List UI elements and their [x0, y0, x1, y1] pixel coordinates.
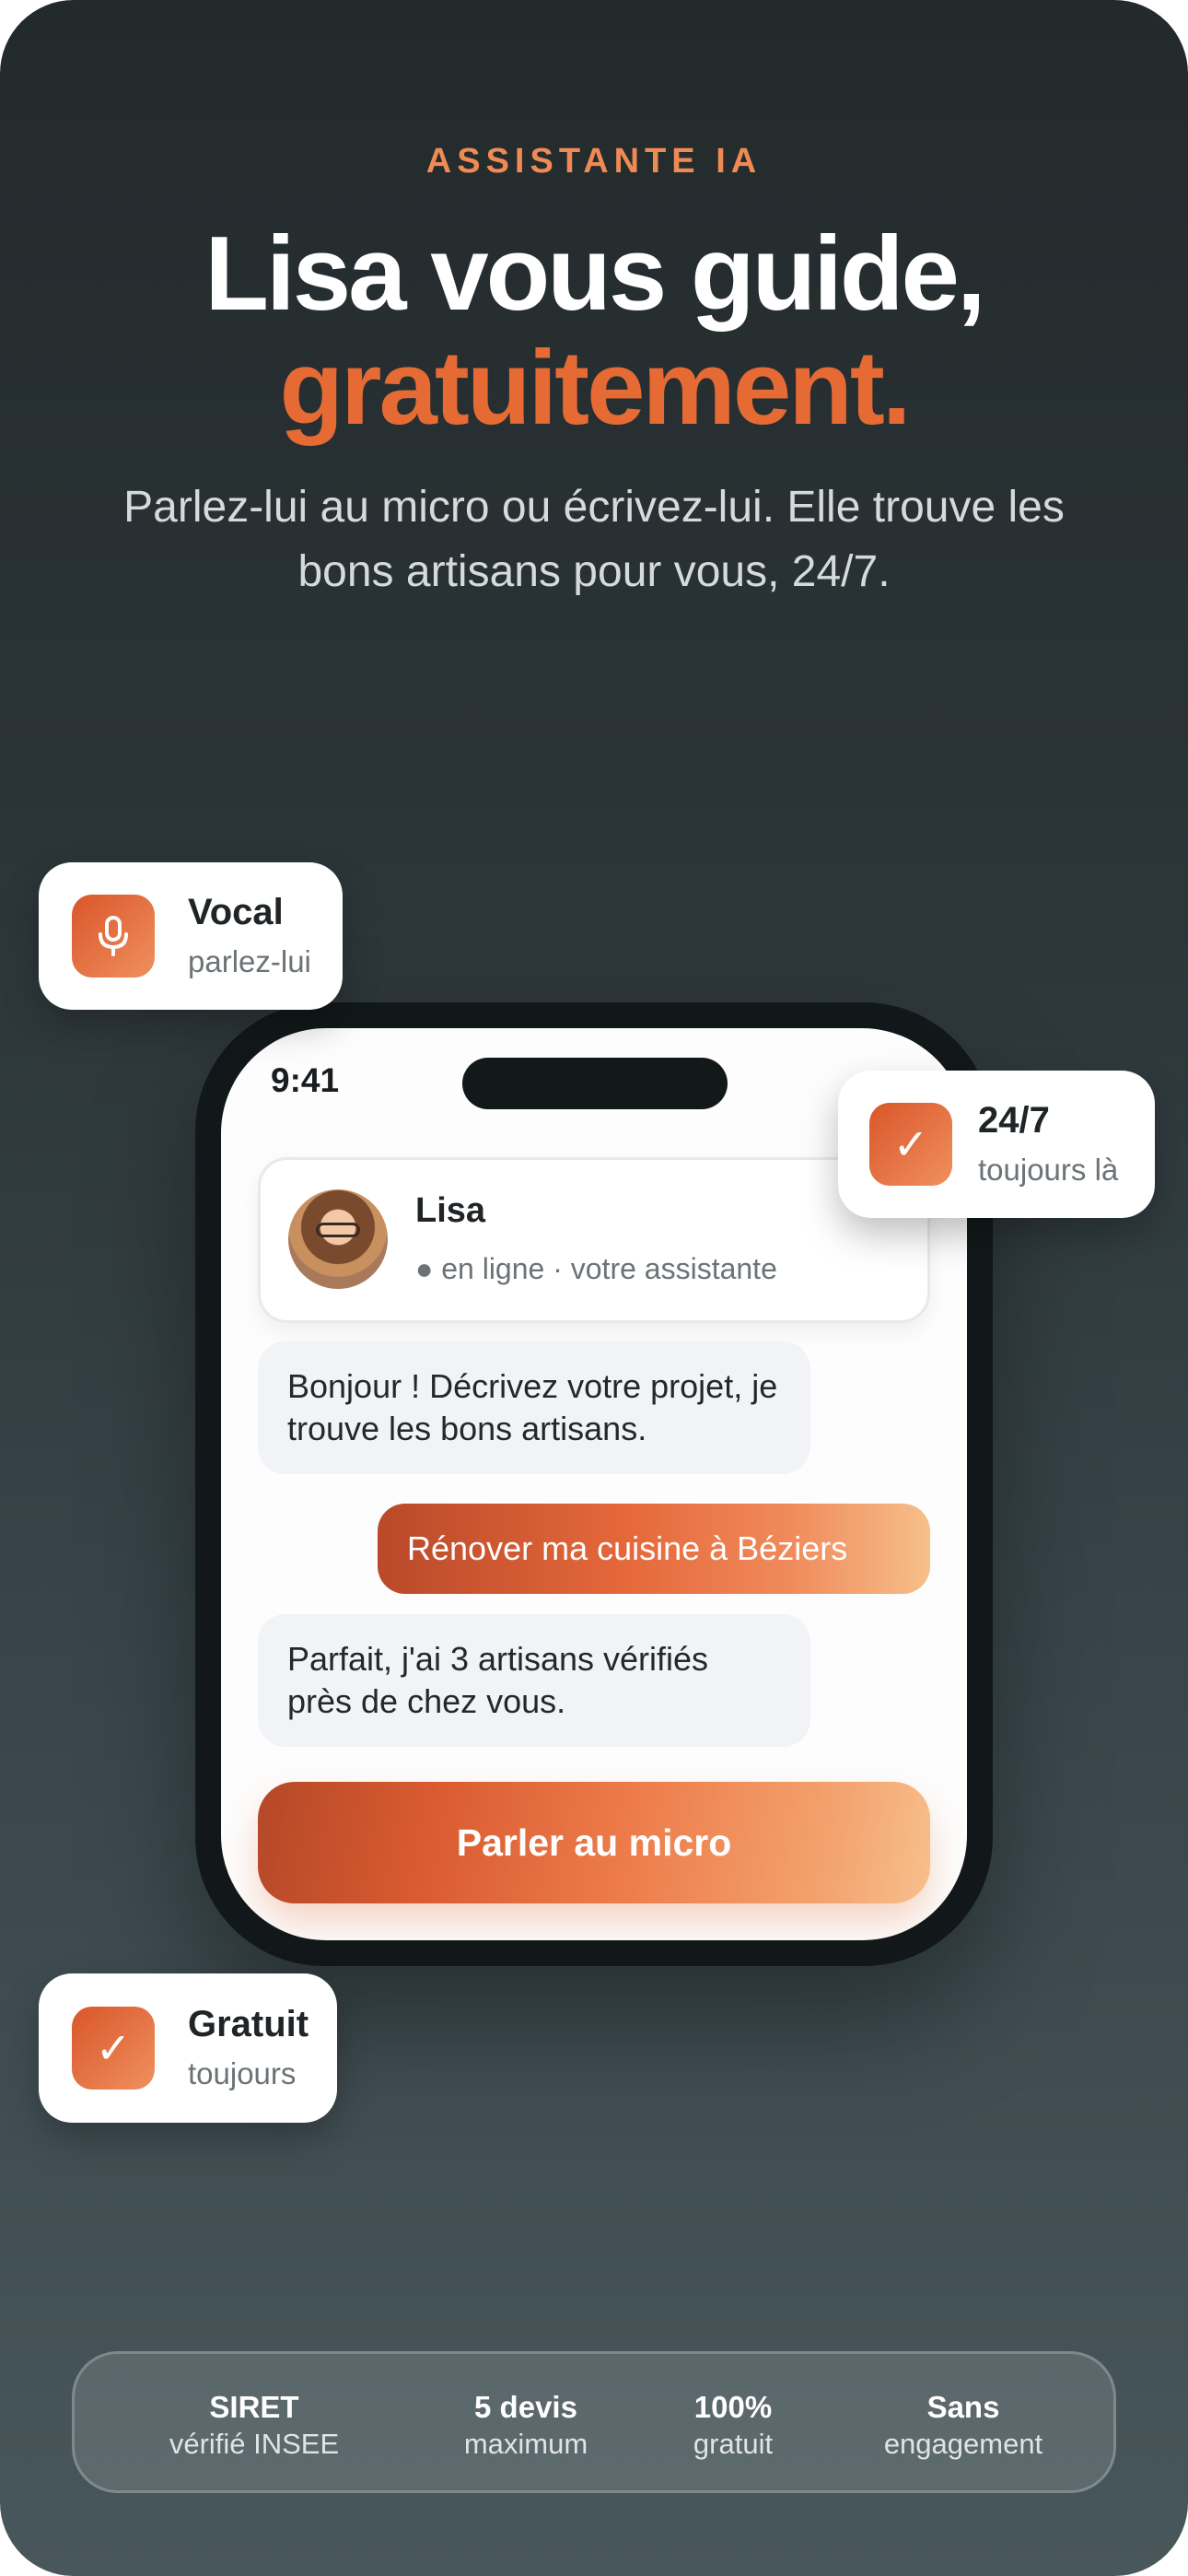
check-icon: ✓ [72, 2007, 155, 2090]
microphone-icon [72, 895, 155, 978]
status-time: 9:41 [271, 1061, 340, 1099]
headline-line-2: gratuitement. [279, 330, 911, 447]
badge-subtitle: toujours là [978, 1153, 1119, 1187]
hero-subtitle: Parlez-lui au micro ou écrivez-lui. Elle… [123, 483, 1065, 596]
badge-24-7: ✓ 24/7 toujours là [838, 1071, 1155, 1218]
badge-text: 24/7 toujours là [978, 1096, 1118, 1192]
assistant-header-card[interactable]: Lisa ● en ligne · votre assistante [258, 1157, 930, 1323]
badge-subtitle: parlez-lui [188, 944, 311, 978]
stat-item: Sans engagement [848, 2389, 1078, 2463]
stat-value: 100% [693, 2390, 773, 2424]
assistant-status: ● en ligne · votre assistante [415, 1252, 777, 1285]
badge-title: Vocal [188, 892, 284, 932]
check-icon: ✓ [869, 1103, 952, 1186]
avatar [288, 1189, 388, 1289]
assistant-name: Lisa [415, 1191, 486, 1230]
eyebrow-label: ASSISTANTE IA [425, 142, 763, 181]
headline-line-1: Lisa vous guide, [204, 216, 985, 333]
chat-message-user: Rénover ma cuisine à Béziers [378, 1504, 930, 1594]
avatar-glasses [316, 1223, 360, 1237]
badge-text: Vocal parlez-lui [188, 888, 311, 984]
stat-label: maximum [463, 2428, 588, 2460]
stat-label: vérifié INSEE [169, 2428, 340, 2460]
talk-to-mic-button[interactable]: Parler au micro [258, 1782, 930, 1903]
stat-value: SIRET [209, 2390, 299, 2424]
badge-title: Gratuit [188, 2004, 309, 2044]
trust-stats-bar: SIRET vérifié INSEE 5 devis maximum 100%… [72, 2351, 1116, 2493]
page-title: Lisa vous guide, gratuitement. [0, 217, 1188, 446]
stat-label: engagement [883, 2428, 1043, 2460]
stat-item: 100% gratuit [646, 2389, 821, 2463]
badge-free: ✓ Gratuit toujours [39, 1973, 337, 2123]
stat-value: Sans [926, 2390, 1000, 2424]
stat-item: 5 devis maximum [425, 2389, 627, 2463]
app-screen: ASSISTANTE IA Lisa vous guide, gratuitem… [0, 0, 1188, 2576]
stat-label: gratuit [693, 2428, 774, 2460]
stat-value: 5 devis [474, 2390, 577, 2424]
stat-item: SIRET vérifié INSEE [139, 2389, 369, 2463]
badge-text: Gratuit toujours [188, 2000, 309, 2096]
badge-vocal: Vocal parlez-lui [39, 862, 343, 1010]
badge-subtitle: toujours [188, 2056, 297, 2090]
dynamic-island [462, 1058, 728, 1109]
chat-message-assistant: Parfait, j'ai 3 artisans vérifiés près d… [258, 1614, 810, 1747]
chat-message-assistant: Bonjour ! Décrivez votre projet, je trou… [258, 1341, 810, 1474]
badge-title: 24/7 [978, 1100, 1050, 1141]
